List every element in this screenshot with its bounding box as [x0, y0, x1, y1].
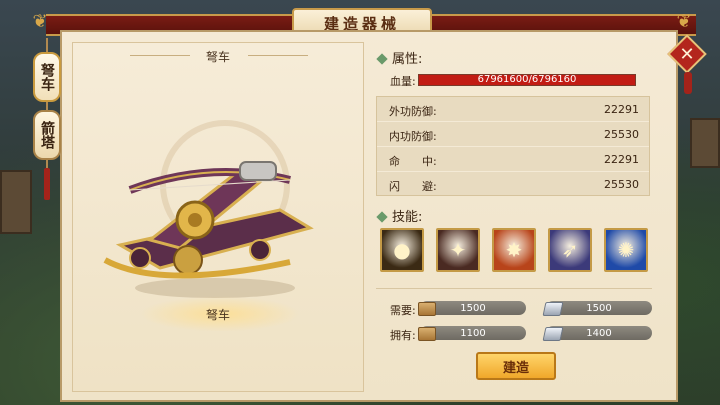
- tab-arrow-tower[interactable]: 箭塔: [33, 110, 61, 160]
- background-crate: [0, 170, 32, 234]
- tab-crossbow-cart[interactable]: 弩车: [33, 52, 61, 102]
- blade-strike-icon[interactable]: ✦: [436, 228, 480, 272]
- background-crate: [690, 118, 720, 168]
- unit-name-bottom: 弩车: [205, 308, 230, 322]
- left-corner-ornament-icon: ❦: [32, 11, 48, 32]
- attributes-header: 属性:: [376, 48, 423, 67]
- stat-row: 内功防御: 25530: [377, 122, 649, 147]
- crossbow-cart-model: [103, 161, 314, 298]
- wood-icon: [418, 327, 436, 341]
- section-divider: [376, 288, 652, 289]
- close-tassel: [684, 72, 692, 94]
- build-button[interactable]: 建造: [476, 352, 556, 380]
- stat-row: 命 中: 22291: [377, 147, 649, 172]
- ice-burst-icon[interactable]: ✺: [604, 228, 648, 272]
- wood-icon: [418, 302, 436, 316]
- attributes-title: 属性:: [392, 52, 423, 67]
- stat-label: 内功防御:: [389, 130, 437, 143]
- stat-row: 闪 避: 25530: [377, 172, 649, 197]
- gold-orb-icon[interactable]: ●: [380, 228, 424, 272]
- skills-title: 技能:: [392, 210, 423, 225]
- have-label: 拥有:: [390, 329, 416, 342]
- diamond-bullet-icon: [376, 211, 388, 223]
- hp-value: 67961600/6796160: [477, 74, 577, 85]
- skills-header: 技能:: [376, 206, 423, 225]
- hp-label: 血量:: [390, 75, 416, 88]
- stat-value: 22291: [604, 153, 639, 166]
- fire-slash-icon[interactable]: ✸: [492, 228, 536, 272]
- shadow-leap-icon[interactable]: ➶: [548, 228, 592, 272]
- unit-name: 弩车: [205, 50, 230, 64]
- stat-value: 25530: [604, 178, 639, 191]
- close-icon[interactable]: ✕: [673, 40, 701, 68]
- stat-label: 命 中:: [389, 155, 437, 168]
- ore-icon: [542, 327, 564, 341]
- stat-label: 外功防御:: [389, 105, 437, 118]
- stat-value: 25530: [604, 128, 639, 141]
- stat-label: 闪 避:: [389, 180, 437, 193]
- stat-value: 22291: [604, 103, 639, 116]
- tab-tassel: [44, 168, 50, 200]
- diamond-bullet-icon: [376, 53, 388, 65]
- need-label: 需要:: [390, 304, 416, 317]
- ore-icon: [542, 302, 564, 316]
- hp-bar: 67961600/6796160: [418, 74, 636, 86]
- stats-table: 外功防御: 22291 内功防御: 25530 命 中: 22291 闪 避: …: [376, 96, 650, 196]
- stat-row: 外功防御: 22291: [377, 97, 649, 122]
